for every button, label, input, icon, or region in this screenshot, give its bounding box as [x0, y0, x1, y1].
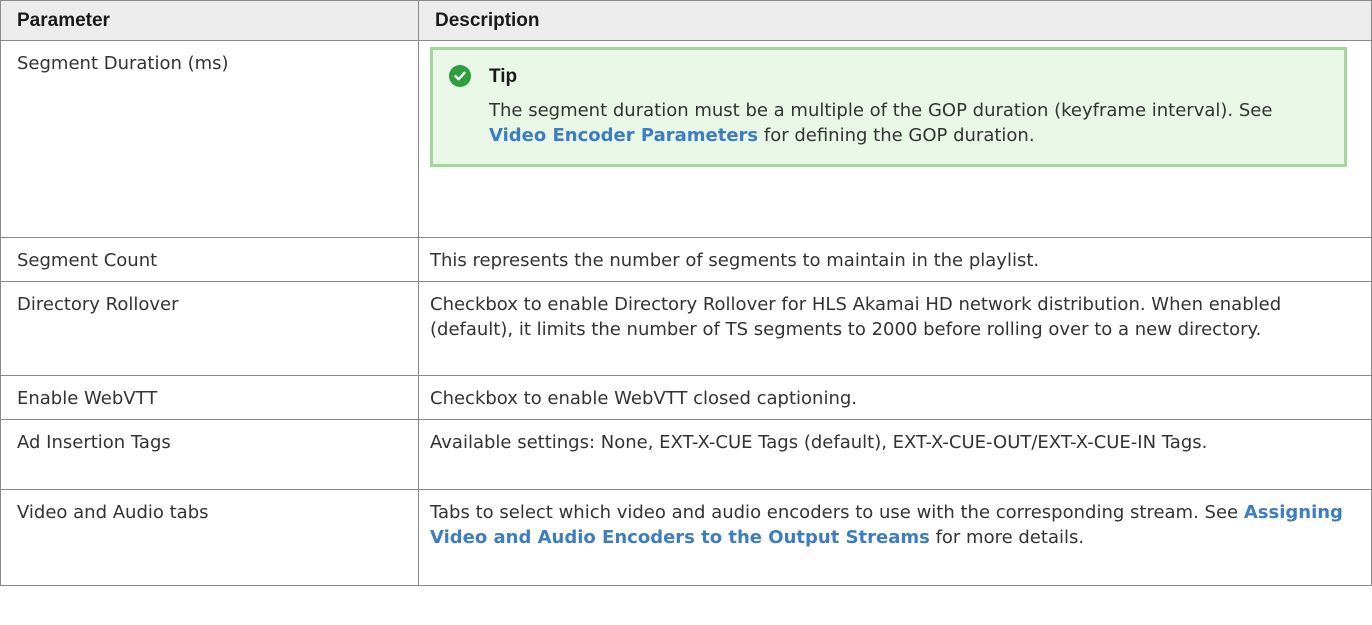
- parameter-description: Tip The segment duration must be a multi…: [418, 40, 1372, 238]
- tip-text: for defining the GOP duration.: [758, 125, 1035, 146]
- parameter-description: Available settings: None, EXT-X-CUE Tags…: [418, 419, 1372, 490]
- parameter-description: This represents the number of segments t…: [418, 237, 1372, 282]
- video-encoder-parameters-link[interactable]: Video Encoder Parameters: [489, 125, 758, 146]
- table-row: Directory Rollover Checkbox to enable Di…: [0, 281, 1372, 376]
- table-row: Enable WebVTT Checkbox to enable WebVTT …: [0, 375, 1372, 420]
- table-header-row: Parameter Description: [0, 0, 1372, 41]
- parameter-name: Enable WebVTT: [0, 375, 419, 420]
- check-circle-icon: [449, 65, 471, 87]
- parameter-name: Ad Insertion Tags: [0, 419, 419, 490]
- parameter-name: Segment Duration (ms): [0, 40, 419, 238]
- tip-header: Tip: [449, 62, 1328, 90]
- parameter-name: Video and Audio tabs: [0, 489, 419, 586]
- tip-text: The segment duration must be a multiple …: [489, 100, 1273, 121]
- parameter-table: Parameter Description Segment Duration (…: [0, 0, 1372, 586]
- column-header-parameter: Parameter: [0, 0, 419, 41]
- parameter-description: Tabs to select which video and audio enc…: [418, 489, 1372, 586]
- table-row: Ad Insertion Tags Available settings: No…: [0, 419, 1372, 490]
- tip-callout: Tip The segment duration must be a multi…: [430, 47, 1347, 167]
- tip-body: The segment duration must be a multiple …: [489, 98, 1328, 148]
- column-header-description: Description: [418, 0, 1372, 41]
- description-text: for more details.: [929, 527, 1085, 548]
- description-text: Tabs to select which video and audio enc…: [430, 502, 1244, 523]
- parameter-description: Checkbox to enable WebVTT closed caption…: [418, 375, 1372, 420]
- parameter-description: Checkbox to enable Directory Rollover fo…: [418, 281, 1372, 376]
- checkmark-glyph: [454, 71, 466, 81]
- table-row: Video and Audio tabs Tabs to select whic…: [0, 489, 1372, 586]
- table-row: Segment Duration (ms) Tip The segment du…: [0, 40, 1372, 238]
- parameter-name: Directory Rollover: [0, 281, 419, 376]
- parameter-name: Segment Count: [0, 237, 419, 282]
- tip-title: Tip: [489, 65, 518, 87]
- table-row: Segment Count This represents the number…: [0, 237, 1372, 282]
